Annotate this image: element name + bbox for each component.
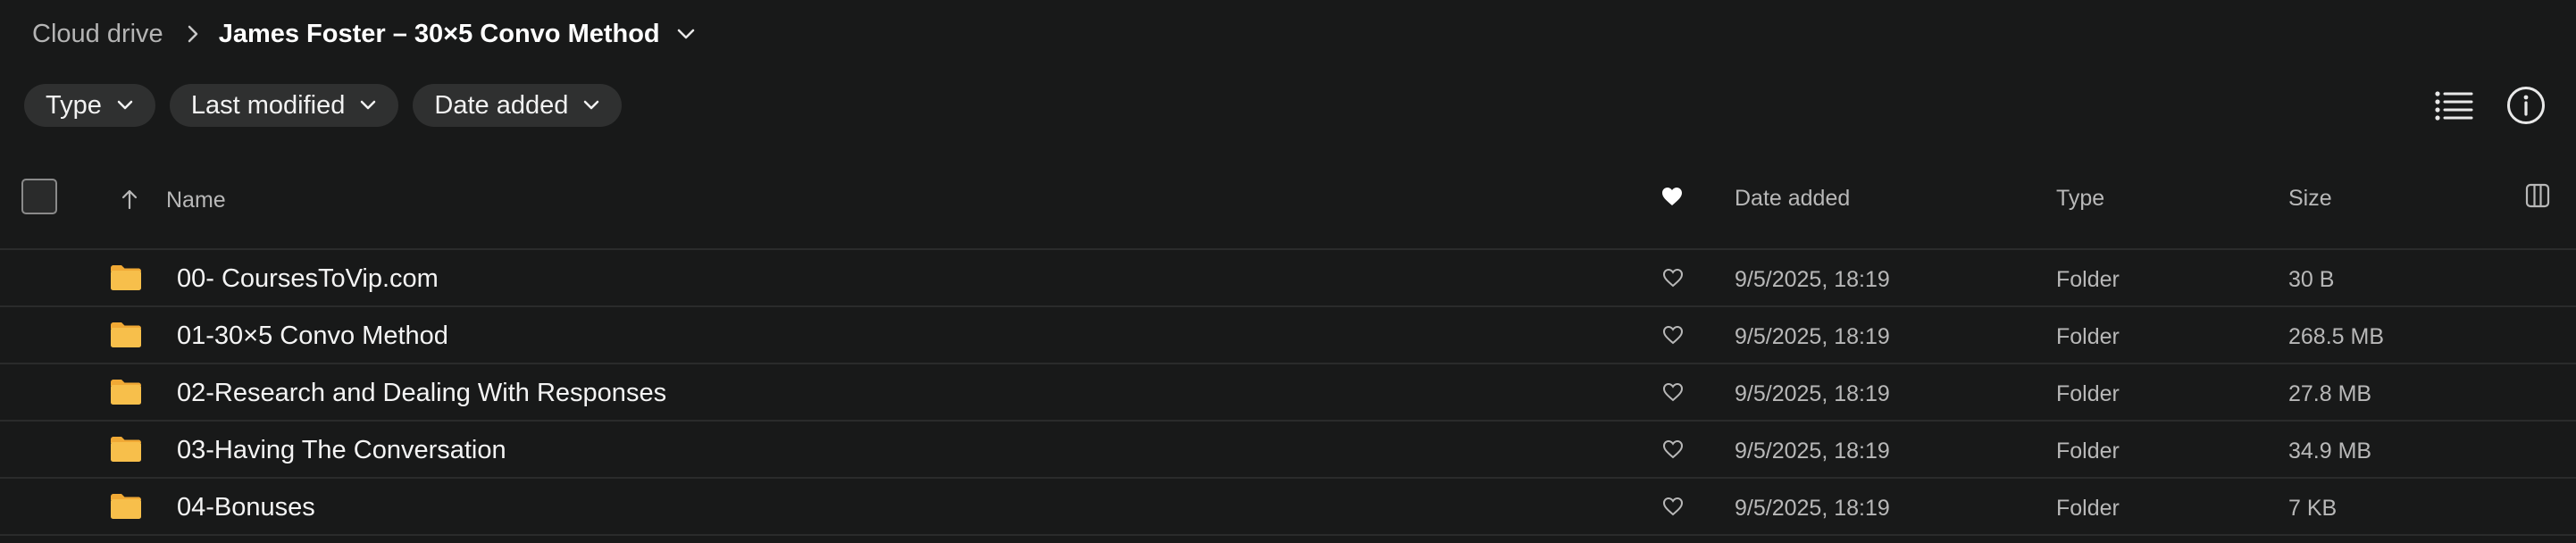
file-name[interactable]: 02-Research and Dealing With Responses [177, 379, 666, 408]
column-header-date-added[interactable]: Date added [1735, 186, 1850, 212]
heart-outline-icon[interactable] [1661, 495, 1685, 518]
table-row[interactable]: 02-Research and Dealing With Responses 9… [0, 364, 2576, 422]
folder-icon [111, 437, 141, 462]
type-cell: Folder [2056, 324, 2120, 349]
folder-icon [111, 322, 141, 347]
heart-outline-icon[interactable] [1661, 266, 1685, 289]
date-added-cell: 9/5/2025, 18:19 [1735, 496, 1890, 521]
type-cell: Folder [2056, 381, 2120, 406]
arrow-up-icon[interactable] [118, 186, 141, 213]
file-name[interactable]: 00- CoursesToVip.com [177, 264, 439, 294]
chevron-down-icon [359, 100, 377, 111]
chevron-right-icon [187, 24, 199, 44]
heart-outline-icon[interactable] [1661, 438, 1685, 461]
table-row[interactable]: 01-30×5 Convo Method 9/5/2025, 18:19 Fol… [0, 307, 2576, 364]
size-cell: 30 B [2288, 267, 2335, 292]
table-row[interactable]: 00- CoursesToVip.com 9/5/2025, 18:19 Fol… [0, 250, 2576, 307]
column-header-name[interactable]: Name [166, 188, 226, 213]
filter-date-added-label: Date added [434, 90, 569, 120]
date-added-cell: 9/5/2025, 18:19 [1735, 381, 1890, 406]
type-cell: Folder [2056, 439, 2120, 464]
file-table: Name Date added Type Size 00- CoursesToV… [0, 170, 2576, 536]
date-added-cell: 9/5/2025, 18:19 [1735, 439, 1890, 464]
breadcrumb-cloud-drive[interactable]: Cloud drive [32, 20, 163, 49]
folder-icon [111, 265, 141, 290]
columns-icon[interactable] [2524, 182, 2551, 209]
heart-outline-icon[interactable] [1661, 323, 1685, 347]
filter-date-added-button[interactable]: Date added [413, 84, 623, 127]
column-header-size[interactable]: Size [2288, 186, 2332, 212]
folder-icon [111, 380, 141, 405]
chevron-down-icon [582, 100, 600, 111]
size-cell: 34.9 MB [2288, 439, 2372, 464]
type-cell: Folder [2056, 267, 2120, 292]
filter-bar: Type Last modified Date added [24, 84, 623, 127]
size-cell: 27.8 MB [2288, 381, 2372, 406]
file-name[interactable]: 03-Having The Conversation [177, 436, 506, 465]
heart-filled-icon [1660, 184, 1685, 209]
type-cell: Folder [2056, 496, 2120, 521]
filter-last-modified-button[interactable]: Last modified [169, 84, 399, 127]
filter-type-button[interactable]: Type [24, 84, 155, 127]
table-header: Name Date added Type Size [0, 170, 2576, 250]
table-row[interactable]: 03-Having The Conversation 9/5/2025, 18:… [0, 422, 2576, 479]
file-name[interactable]: 01-30×5 Convo Method [177, 322, 448, 351]
table-row[interactable]: 04-Bonuses 9/5/2025, 18:19 Folder 7 KB [0, 479, 2576, 536]
select-all-checkbox[interactable] [21, 179, 57, 214]
date-added-cell: 9/5/2025, 18:19 [1735, 267, 1890, 292]
chevron-down-icon [116, 100, 134, 111]
filter-last-modified-label: Last modified [190, 90, 346, 120]
breadcrumb-current-folder[interactable]: James Foster – 30×5 Convo Method [219, 20, 660, 49]
column-header-type[interactable]: Type [2056, 186, 2104, 212]
date-added-cell: 9/5/2025, 18:19 [1735, 324, 1890, 349]
info-icon[interactable] [2505, 84, 2547, 127]
size-cell: 268.5 MB [2288, 324, 2385, 349]
chevron-down-icon[interactable] [676, 28, 696, 40]
size-cell: 7 KB [2288, 496, 2338, 521]
list-view-icon[interactable] [2431, 86, 2476, 125]
filter-type-label: Type [46, 90, 102, 120]
file-name[interactable]: 04-Bonuses [177, 493, 315, 522]
folder-icon [111, 494, 141, 519]
heart-outline-icon[interactable] [1661, 380, 1685, 404]
breadcrumb: Cloud drive James Foster – 30×5 Convo Me… [32, 16, 696, 52]
